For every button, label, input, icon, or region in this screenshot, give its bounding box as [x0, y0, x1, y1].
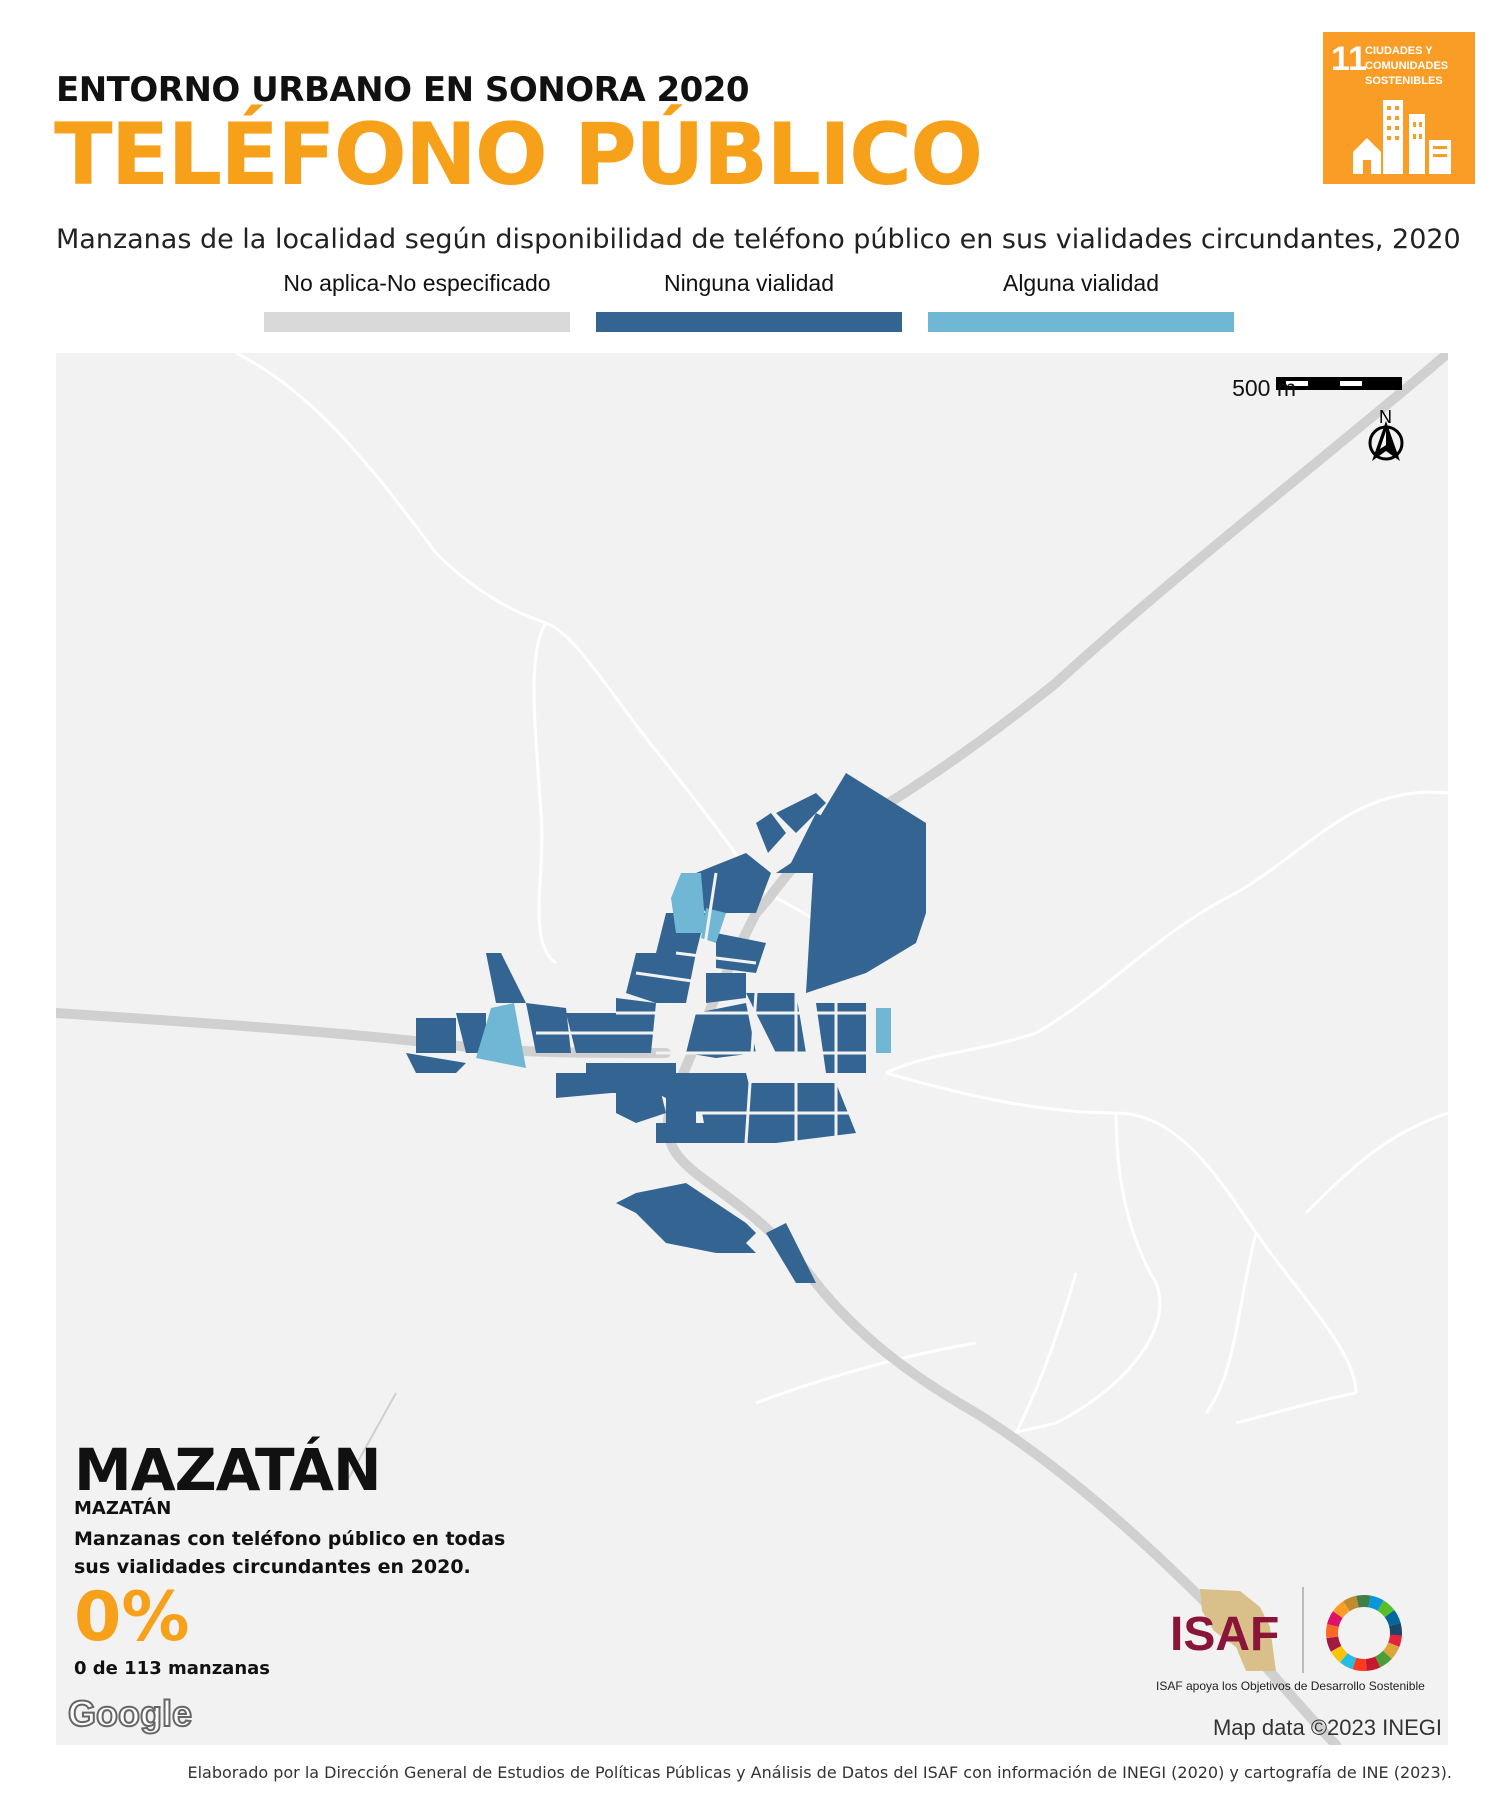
isaf-tagline: ISAF apoya los Objetivos de Desarrollo S…	[1156, 1679, 1425, 1693]
sdg-text: CIUDADES Y COMUNIDADES SOSTENIBLES	[1365, 45, 1449, 87]
legend-item-no-aplica: No aplica-No especificado	[264, 270, 570, 332]
legend-item-ninguna: Ninguna vialidad	[596, 270, 902, 332]
blocks-ninguna	[406, 773, 926, 1283]
legend-label: Alguna vialidad	[1002, 270, 1159, 296]
logo-divider	[1302, 1587, 1304, 1673]
legend-label: Ninguna vialidad	[663, 270, 835, 296]
isaf-wordmark: ISAF	[1170, 1608, 1280, 1661]
google-logo: Google	[67, 1692, 193, 1735]
city-icon	[1353, 100, 1451, 174]
legend-item-alguna: Alguna vialidad	[928, 270, 1234, 332]
legend-swatch	[928, 312, 1234, 332]
legend-swatch	[596, 312, 902, 332]
north-label: N	[1379, 407, 1392, 427]
legend-swatch	[264, 312, 570, 332]
map-subtitle: Manzanas de la localidad según disponibi…	[56, 224, 1461, 255]
footer-credits: Elaborado por la Dirección General de Es…	[187, 1763, 1453, 1782]
stat-percent: 0%	[74, 1578, 190, 1657]
map-attribution[interactable]: Map data ©2023 INEGI	[1213, 1715, 1442, 1741]
municipality-name: MAZATÁN	[74, 1436, 382, 1504]
map-panel[interactable]: N 500 m MAZATÁN MAZATÁN Manzanas con tel…	[56, 353, 1448, 1745]
sdg-wheel-icon	[1326, 1595, 1402, 1671]
sdg-11-badge: 11 CIUDADES Y COMUNIDADES SOSTENIBLES	[1323, 32, 1475, 184]
stat-description: Manzanas con teléfono público en todas s…	[74, 1528, 506, 1578]
sdg-number: 11	[1331, 40, 1367, 78]
legend-label: No aplica-No especificado	[283, 270, 551, 296]
scale-label: 500 m	[1232, 375, 1296, 401]
kicker-title: ENTORNO URBANO EN SONORA 2020	[56, 70, 750, 110]
isaf-logo-block: ISAF ISAF apoya los Objetivos de Desarro…	[1156, 1587, 1436, 1697]
locality-name: MAZATÁN	[74, 1498, 172, 1519]
north-arrow-icon	[1368, 421, 1404, 461]
stat-count: 0 de 113 manzanas	[74, 1658, 271, 1679]
page-title: TELÉFONO PÚBLICO	[54, 105, 983, 205]
